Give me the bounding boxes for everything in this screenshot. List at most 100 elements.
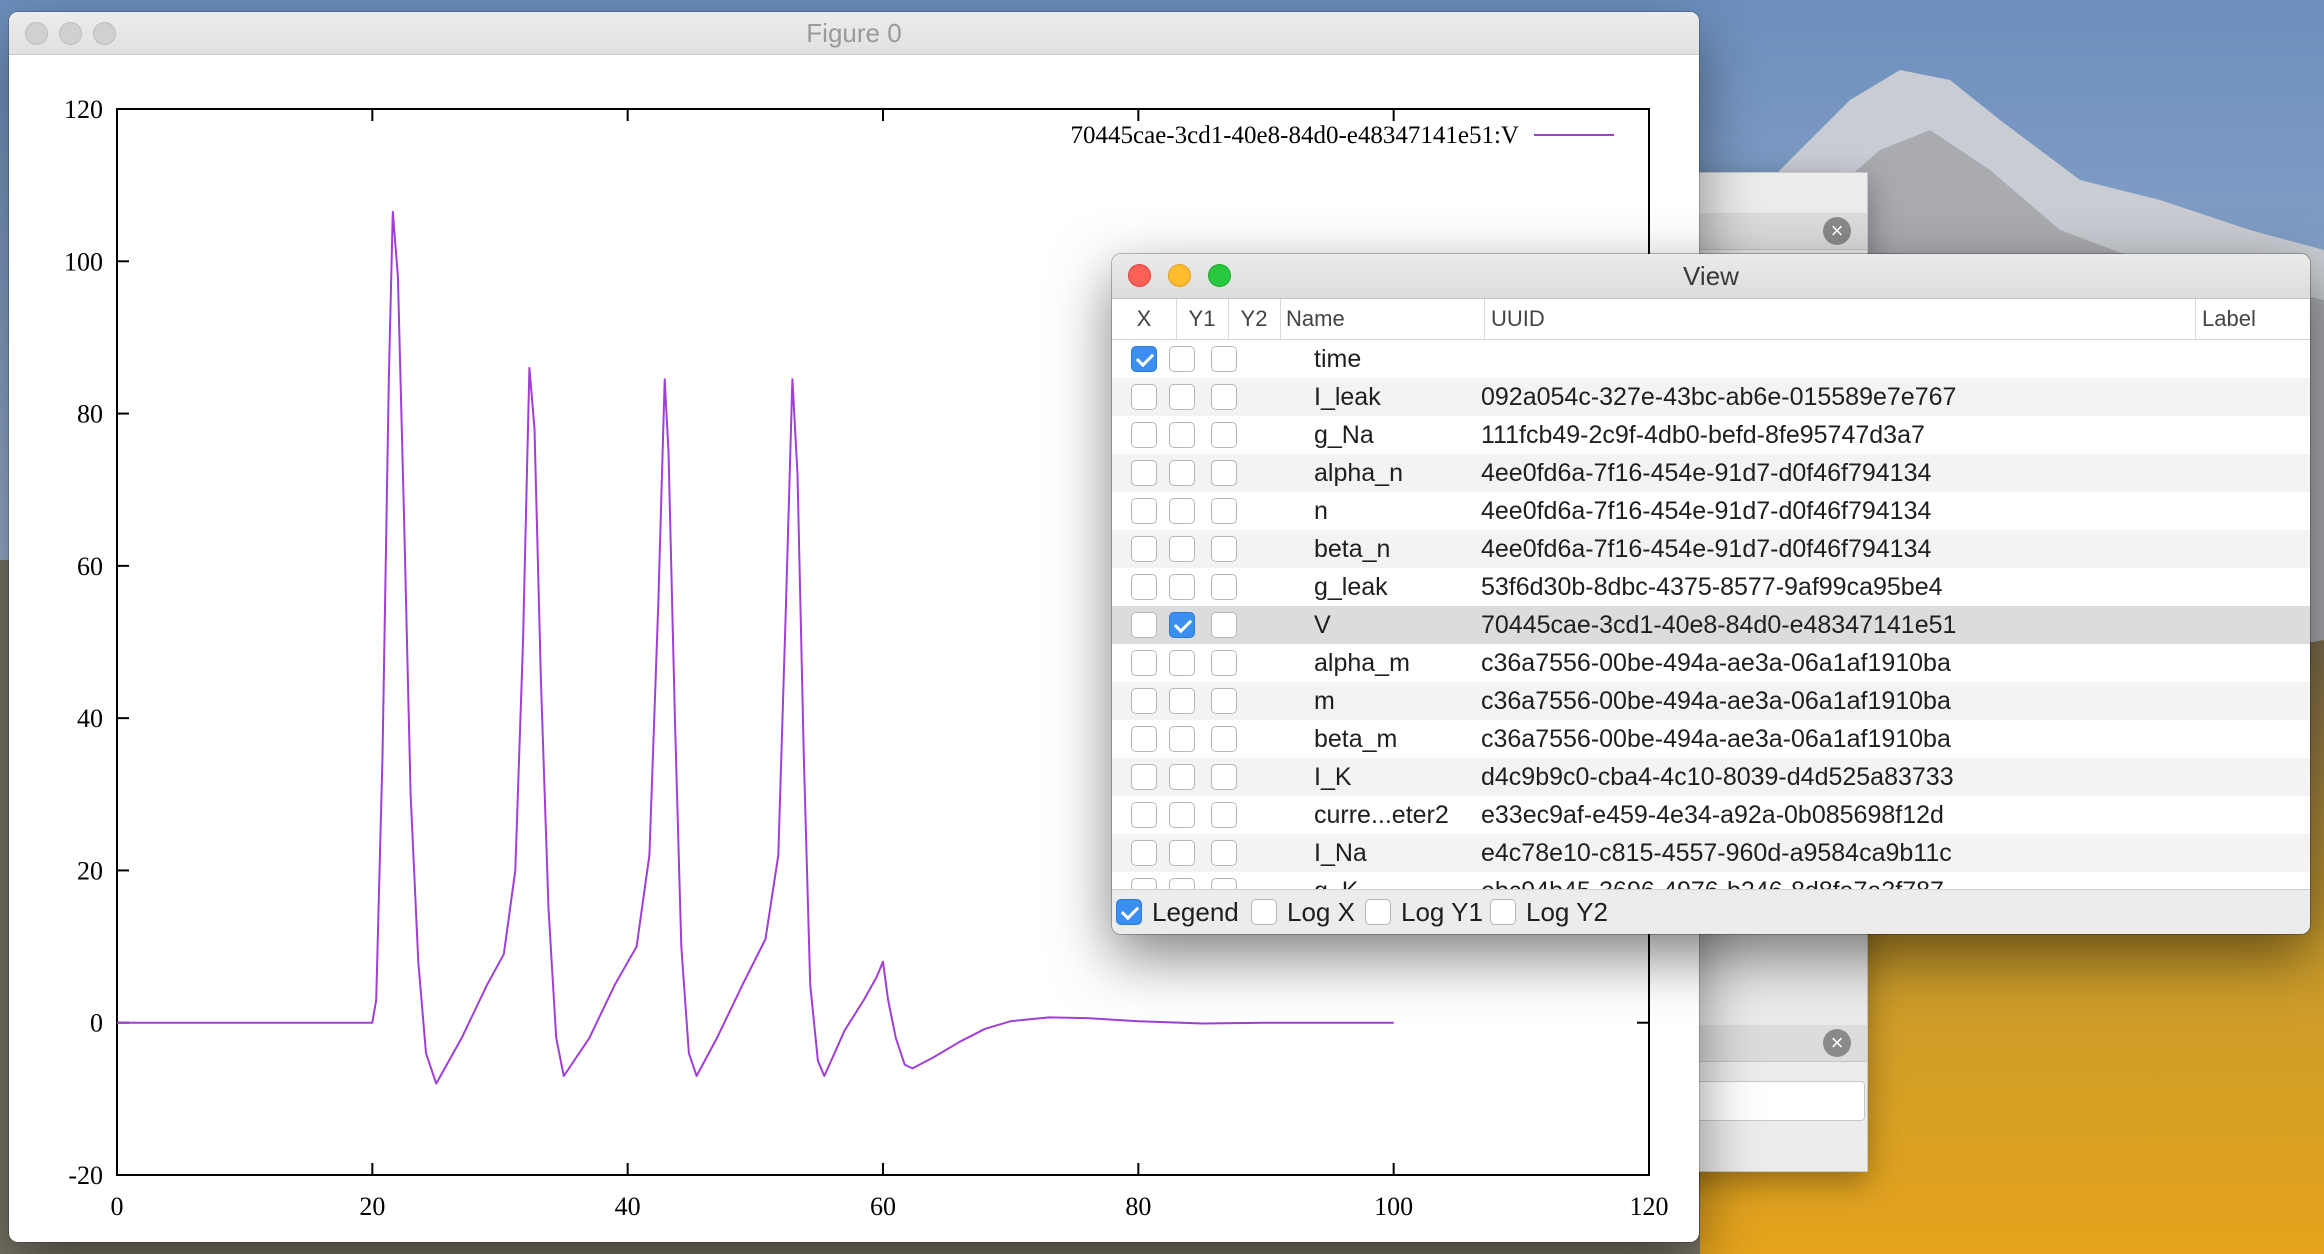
x-checkbox[interactable] [1131,878,1157,889]
y2-checkbox[interactable] [1211,422,1237,448]
y1-checkbox[interactable] [1169,498,1195,524]
close-icon[interactable]: × [1823,1029,1851,1057]
x-checkbox[interactable] [1131,726,1157,752]
close-window-button[interactable] [1128,264,1151,287]
column-header-label[interactable]: Label [2196,299,2310,339]
variable-name: beta_n [1314,535,1391,563]
y-tick-label: 120 [64,95,103,124]
close-window-button[interactable] [25,22,48,45]
variable-name: n [1314,497,1328,525]
y1-checkbox[interactable] [1169,346,1195,372]
view-window-titlebar[interactable]: View [1112,254,2310,299]
x-checkbox[interactable] [1131,764,1157,790]
column-header-name[interactable]: Name [1280,299,1485,339]
variable-name: alpha_m [1314,649,1410,677]
y2-checkbox[interactable] [1211,536,1237,562]
x-tick-label: 120 [1630,1192,1669,1221]
x-tick-label: 80 [1125,1192,1151,1221]
table-row[interactable]: n 4ee0fd6a-7f16-454e-91d7-d0f46f794134 [1112,492,2310,530]
log-x-checkbox[interactable] [1251,899,1277,925]
variable-name: g_leak [1314,573,1388,601]
x-checkbox[interactable] [1131,688,1157,714]
table-row[interactable]: I_K d4c9b9c0-cba4-4c10-8039-d4d525a83733 [1112,758,2310,796]
figure-window-titlebar[interactable]: Figure 0 [9,12,1699,55]
table-row[interactable]: beta_m c36a7556-00be-494a-ae3a-06a1af1910… [1112,720,2310,758]
y2-checkbox[interactable] [1211,688,1237,714]
variable-uuid: e33ec9af-e459-4e34-a92a-0b085698f12d [1481,801,1944,829]
y2-checkbox[interactable] [1211,764,1237,790]
variable-name: g_K [1314,872,1358,889]
y1-checkbox[interactable] [1169,802,1195,828]
x-checkbox[interactable] [1131,650,1157,676]
table-row[interactable]: g_Na 111fcb49-2c9f-4db0-befd-8fe95747d3a7 [1112,416,2310,454]
table-row[interactable]: curre...eter2 e33ec9af-e459-4e34-a92a-0b0… [1112,796,2310,834]
y2-checkbox[interactable] [1211,346,1237,372]
y1-checkbox[interactable] [1169,726,1195,752]
y1-checkbox[interactable] [1169,764,1195,790]
table-row[interactable]: m c36a7556-00be-494a-ae3a-06a1af1910ba [1112,682,2310,720]
y2-checkbox[interactable] [1211,726,1237,752]
x-checkbox[interactable] [1131,536,1157,562]
zoom-window-button[interactable] [93,22,116,45]
table-row[interactable]: beta_n 4ee0fd6a-7f16-454e-91d7-d0f46f7941… [1112,530,2310,568]
variable-uuid: 4ee0fd6a-7f16-454e-91d7-d0f46f794134 [1481,535,1932,563]
y1-checkbox[interactable] [1169,422,1195,448]
column-header-y1[interactable]: Y1 [1176,299,1229,339]
log-y2-checkbox[interactable] [1490,899,1516,925]
column-header-x[interactable]: X [1112,299,1177,339]
variable-uuid: d4c9b9c0-cba4-4c10-8039-d4d525a83733 [1481,763,1954,791]
table-row[interactable]: time [1112,340,2310,378]
y1-checkbox[interactable] [1169,650,1195,676]
x-checkbox[interactable] [1131,802,1157,828]
close-icon[interactable]: × [1823,217,1851,245]
x-checkbox[interactable] [1131,460,1157,486]
y2-checkbox[interactable] [1211,612,1237,638]
x-checkbox[interactable] [1131,384,1157,410]
y2-checkbox[interactable] [1211,498,1237,524]
x-checkbox[interactable] [1131,840,1157,866]
x-checkbox[interactable] [1131,422,1157,448]
variable-uuid: 092a054c-327e-43bc-ab6e-015589e7e767 [1481,383,1957,411]
table-row[interactable]: alpha_m c36a7556-00be-494a-ae3a-06a1af191… [1112,644,2310,682]
y-tick-label: 0 [90,1009,103,1038]
x-checkbox[interactable] [1131,574,1157,600]
log-y1-checkbox[interactable] [1365,899,1391,925]
table-row[interactable]: V 70445cae-3cd1-40e8-84d0-e48347141e51 [1112,606,2310,644]
y2-checkbox[interactable] [1211,460,1237,486]
variable-name: V [1314,611,1331,639]
y2-checkbox[interactable] [1211,878,1237,889]
y1-checkbox[interactable] [1169,460,1195,486]
x-checkbox[interactable] [1131,498,1157,524]
y1-checkbox[interactable] [1169,536,1195,562]
variable-name: alpha_n [1314,459,1403,487]
variable-name: I_K [1314,763,1352,791]
table-row[interactable]: I_leak 092a054c-327e-43bc-ab6e-015589e7e7… [1112,378,2310,416]
table-row[interactable]: g_leak 53f6d30b-8dbc-4375-8577-9af99ca95b… [1112,568,2310,606]
variable-uuid: c36a7556-00be-494a-ae3a-06a1af1910ba [1481,687,1951,715]
table-row[interactable]: alpha_n 4ee0fd6a-7f16-454e-91d7-d0f46f794… [1112,454,2310,492]
x-checkbox[interactable] [1131,612,1157,638]
y1-checkbox[interactable] [1169,878,1195,889]
y2-checkbox[interactable] [1211,574,1237,600]
table-row[interactable]: g_K ebc94b45-3696-4976-b246-8d8fa7a3f787 [1112,872,2310,889]
y1-checkbox[interactable] [1169,688,1195,714]
y2-checkbox[interactable] [1211,650,1237,676]
y2-checkbox[interactable] [1211,840,1237,866]
y1-checkbox[interactable] [1169,574,1195,600]
minimize-window-button[interactable] [59,22,82,45]
y1-checkbox[interactable] [1169,840,1195,866]
x-checkbox[interactable] [1131,346,1157,372]
y2-checkbox[interactable] [1211,802,1237,828]
minimize-window-button[interactable] [1168,264,1191,287]
x-tick-label: 40 [615,1192,641,1221]
zoom-window-button[interactable] [1208,264,1231,287]
y1-checkbox[interactable] [1169,612,1195,638]
y2-checkbox[interactable] [1211,384,1237,410]
column-header-uuid[interactable]: UUID [1485,299,2196,339]
table-row[interactable]: I_Na e4c78e10-c815-4557-960d-a9584ca9b11c [1112,834,2310,872]
y1-checkbox[interactable] [1169,384,1195,410]
legend-checkbox[interactable] [1116,899,1142,925]
column-header-y2[interactable]: Y2 [1228,299,1281,339]
variable-name: time [1314,345,1362,373]
x-tick-label: 20 [359,1192,385,1221]
